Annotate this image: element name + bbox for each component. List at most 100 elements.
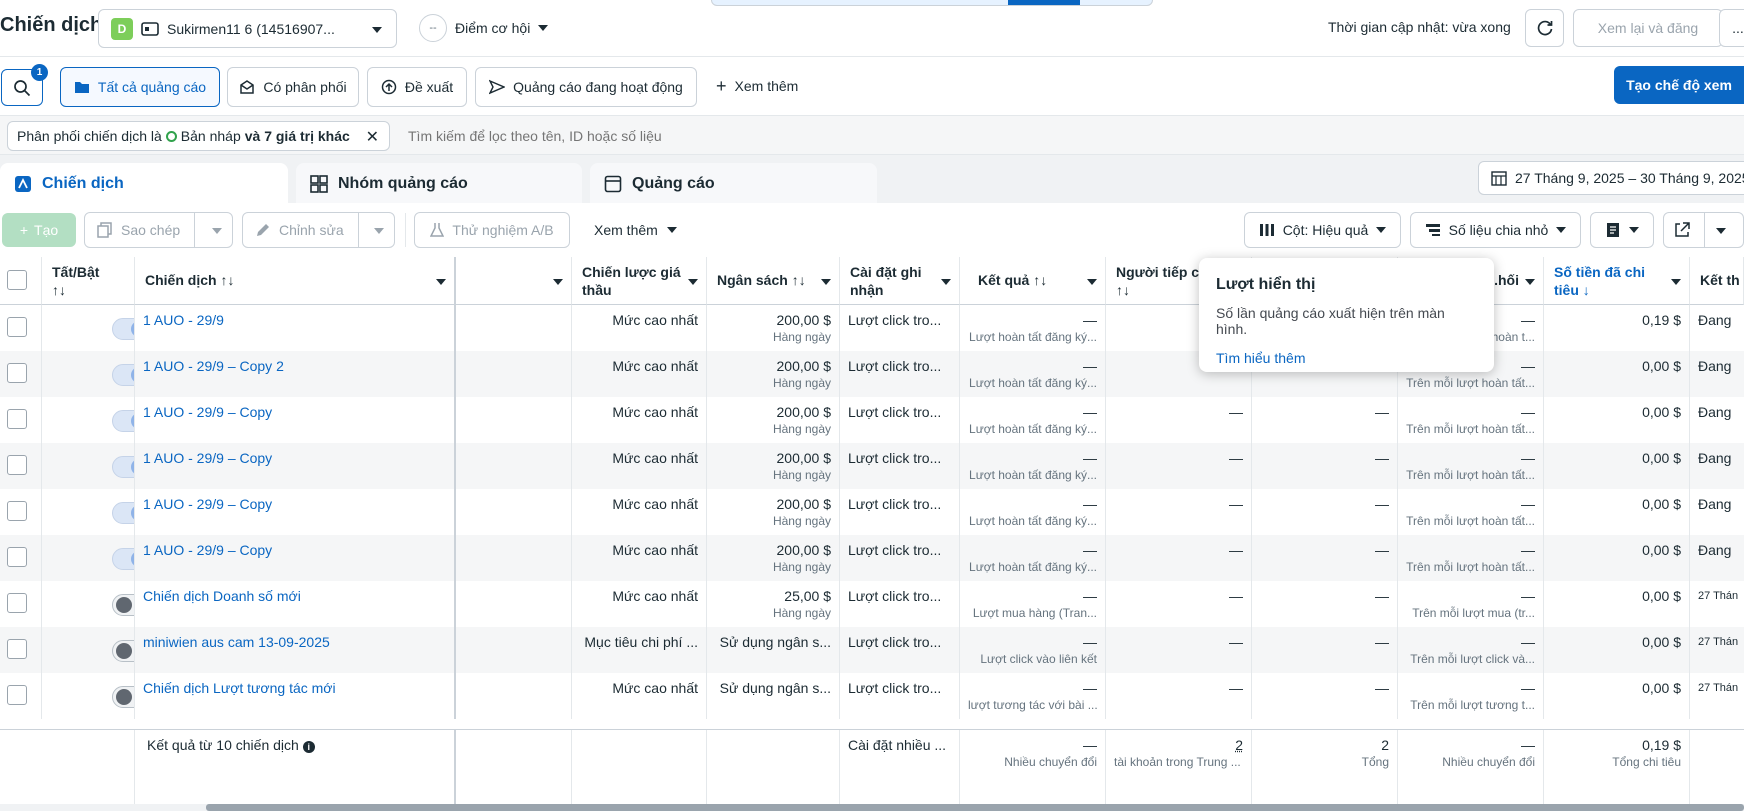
row-checkbox[interactable]: [7, 639, 27, 659]
row-checkbox[interactable]: [7, 409, 27, 429]
footer-summary: Kết quả từ 10 chiến dịch i: [135, 730, 456, 805]
cpr-label: Trên mỗi lượt click và...: [1406, 651, 1535, 667]
toolbar-more-button[interactable]: Xem thêm: [594, 222, 677, 238]
refresh-button[interactable]: [1525, 9, 1564, 47]
cpr-value: —: [1406, 495, 1535, 513]
campaign-toggle[interactable]: [112, 456, 135, 478]
campaign-toggle[interactable]: [112, 594, 135, 616]
header-bid-strategy[interactable]: Chiến lược giá thầu: [572, 257, 707, 305]
reports-button[interactable]: [1590, 212, 1654, 248]
learn-more-link[interactable]: Tìm hiểu thêm: [1216, 350, 1477, 366]
date-range-picker[interactable]: 27 Tháng 9, 2025 – 30 Tháng 9, 2025: [1478, 161, 1744, 195]
more-options-button[interactable]: ...: [1719, 9, 1744, 47]
footer-results-value: —: [968, 736, 1097, 754]
campaign-name-link[interactable]: 1 AUO - 29/9 – Copy: [143, 449, 446, 467]
view-delivering[interactable]: Có phân phối: [227, 67, 359, 107]
view-active-ads[interactable]: Quảng cáo đang hoạt động: [475, 67, 697, 107]
filter-chip[interactable]: Phân phối chiến dịch là Bản nháp và 7 gi…: [7, 121, 390, 151]
campaign-name-cell: 1 AUO - 29/9 – Copy: [135, 443, 456, 489]
row-checkbox[interactable]: [7, 455, 27, 475]
footer-empty-3: [707, 730, 840, 805]
ab-test-button[interactable]: Thử nghiệm A/B: [414, 212, 570, 248]
view-all-ads[interactable]: Tất cả quảng cáo: [60, 67, 220, 107]
floating-panel-button[interactable]: [1008, 0, 1080, 5]
opportunity-score[interactable]: -- Điểm cơ hội: [419, 14, 548, 42]
campaign-toggle[interactable]: [112, 318, 135, 340]
attribution-cell: Lượt click tro...: [840, 535, 960, 581]
header-campaign-label: Chiến dịch: [145, 271, 217, 289]
campaign-toggle[interactable]: [112, 548, 135, 570]
row-select-cell: [0, 627, 42, 673]
campaign-name-link[interactable]: 1 AUO - 29/9 – Copy 2: [143, 357, 446, 375]
breakdown-button[interactable]: Số liệu chia nhỏ: [1410, 212, 1581, 248]
table-row[interactable]: 1 AUO - 29/9 – Copy Mức cao nhất 200,00 $ H…: [0, 489, 1744, 535]
row-checkbox[interactable]: [7, 593, 27, 613]
view-recommendations[interactable]: Đề xuất: [367, 67, 467, 107]
row-select-cell: [0, 305, 42, 351]
row-select-cell: [0, 489, 42, 535]
header-attribution[interactable]: Cài đặt ghi nhận: [840, 257, 960, 305]
view-more-button[interactable]: + Xem thêm: [716, 77, 798, 95]
select-all-checkbox[interactable]: [7, 270, 27, 290]
campaign-toggle[interactable]: [112, 410, 135, 432]
columns-button[interactable]: Cột: Hiệu quả: [1244, 212, 1401, 248]
create-button[interactable]: + Tạo: [2, 213, 76, 247]
results-cell: — Lượt hoàn tất đăng ký...: [960, 489, 1106, 535]
results-value: —: [968, 679, 1097, 697]
filter-search-input[interactable]: [398, 122, 998, 150]
header-hidden-column[interactable]: [456, 257, 572, 305]
row-toggle-cell: [42, 627, 135, 673]
tab-ads[interactable]: Quảng cáo: [590, 163, 877, 204]
horizontal-scrollbar-thumb[interactable]: [206, 804, 1744, 811]
close-icon[interactable]: ✕: [366, 127, 379, 147]
search-count-badge: 1: [31, 64, 48, 81]
header-budget[interactable]: Ngân sách ↑↓: [707, 257, 840, 305]
row-checkbox[interactable]: [7, 363, 27, 383]
campaign-name-link[interactable]: Chiến dịch Doanh số mới: [143, 587, 446, 605]
footer-reach-value: 2: [1114, 736, 1243, 754]
row-checkbox[interactable]: [7, 317, 27, 337]
row-checkbox[interactable]: [7, 547, 27, 567]
table-row[interactable]: miniwien aus cam 13-09-2025 Mục tiêu chi …: [0, 627, 1744, 673]
create-view-button[interactable]: Tạo chế độ xem: [1614, 66, 1744, 104]
row-checkbox[interactable]: [7, 685, 27, 705]
budget-period: Hàng ngày: [715, 329, 831, 345]
chevron-down-icon[interactable]: [1716, 228, 1726, 234]
campaign-name-link[interactable]: miniwien aus cam 13-09-2025: [143, 633, 446, 651]
cost-per-result-cell: — Trên mỗi lượt mua (tr...: [1398, 581, 1544, 627]
edit-button[interactable]: Chỉnh sửa: [242, 212, 395, 248]
campaign-toggle[interactable]: [112, 364, 135, 386]
campaign-toggle[interactable]: [112, 502, 135, 524]
campaign-toggle[interactable]: [112, 686, 135, 708]
spent-cell: 0,00 $: [1544, 443, 1690, 489]
campaign-name-link[interactable]: 1 AUO - 29/9: [143, 311, 446, 329]
table-row[interactable]: 1 AUO - 29/9 – Copy Mức cao nhất 200,00 $ H…: [0, 443, 1744, 489]
campaign-name-link[interactable]: 1 AUO - 29/9 – Copy: [143, 495, 446, 513]
row-checkbox[interactable]: [7, 501, 27, 521]
header-amount-spent[interactable]: Số tiền đã chi tiêu ↓: [1544, 257, 1690, 305]
chevron-down-icon[interactable]: [212, 228, 222, 234]
chevron-down-icon[interactable]: [374, 228, 384, 234]
header-ends[interactable]: Kết th: [1690, 257, 1744, 305]
copy-button[interactable]: Sao chép: [84, 212, 233, 248]
header-campaign[interactable]: Chiến dịch ↑↓: [135, 257, 456, 305]
campaign-toggle[interactable]: [112, 640, 135, 662]
header-toggle[interactable]: Tất/Bật ↑↓: [42, 257, 135, 305]
flask-icon: [430, 222, 444, 238]
table-row[interactable]: Chiến dịch Lượt tương tác mới Mức cao nhấ…: [0, 673, 1744, 719]
campaign-name-link[interactable]: Chiến dịch Lượt tương tác mới: [143, 679, 446, 697]
table-row[interactable]: 1 AUO - 29/9 – Copy Mức cao nhất 200,00 $ H…: [0, 397, 1744, 443]
tab-ad-sets[interactable]: Nhóm quảng cáo: [296, 163, 582, 204]
table-row[interactable]: 1 AUO - 29/9 – Copy Mức cao nhất 200,00 $ H…: [0, 535, 1744, 581]
search-button[interactable]: 1: [1, 69, 43, 106]
info-icon[interactable]: i: [303, 741, 315, 753]
campaign-name-link[interactable]: 1 AUO - 29/9 – Copy: [143, 541, 446, 559]
tab-campaigns[interactable]: Chiến dịch: [0, 163, 288, 204]
account-selector[interactable]: D Sukirmen11 6 (14516907...: [98, 9, 397, 48]
header-results[interactable]: Kết quả ↑↓: [960, 257, 1106, 305]
export-button[interactable]: [1663, 212, 1744, 248]
review-publish-button[interactable]: Xem lại và đăng: [1573, 9, 1723, 47]
action-toolbar: + Tạo Sao chép Chỉnh sửa Thử nghiệm A/B …: [0, 203, 1744, 257]
campaign-name-link[interactable]: 1 AUO - 29/9 – Copy: [143, 403, 446, 421]
table-row[interactable]: Chiến dịch Doanh số mới Mức cao nhất 25,00…: [0, 581, 1744, 627]
